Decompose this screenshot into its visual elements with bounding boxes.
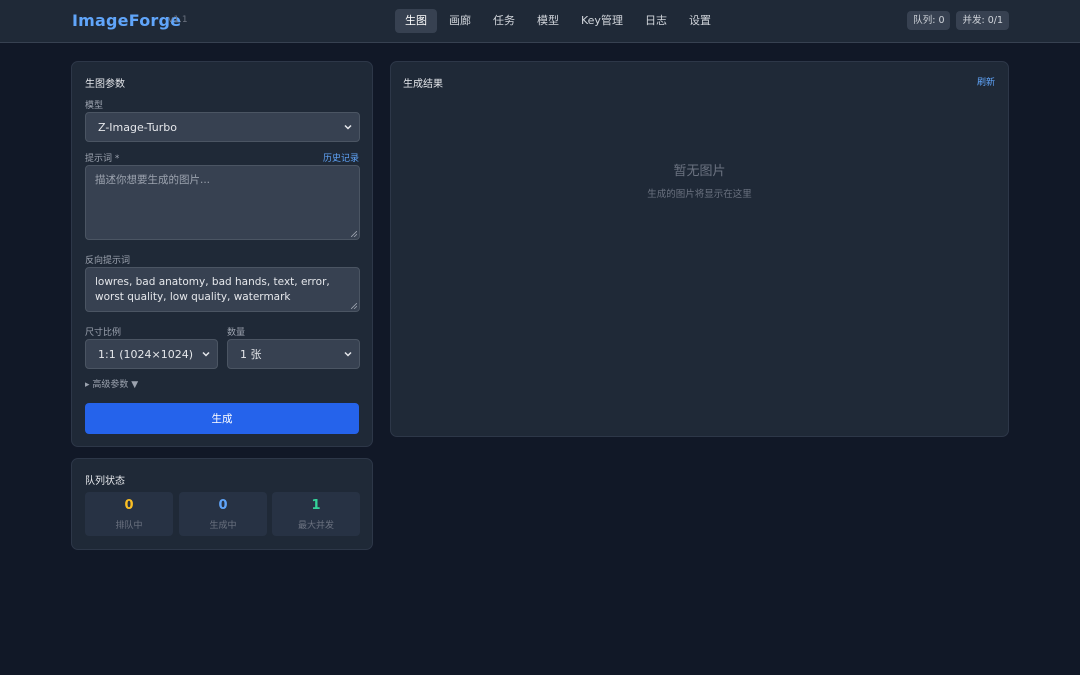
generation-params-panel: 生图参数 模型 Z-Image-Turbo 提示词 * 历史记录 描述你想要生成…	[71, 61, 373, 447]
stat-queued: 0 排队中	[85, 492, 173, 536]
chevron-down-icon	[202, 351, 210, 357]
results-panel: 生成结果 刷新 暂无图片 生成的图片将显示在这里	[390, 61, 1009, 437]
ratio-label: 尺寸比例	[85, 328, 122, 338]
resize-handle-icon[interactable]	[351, 231, 357, 237]
nav-tab-models[interactable]: 模型	[527, 9, 569, 33]
prompt-input[interactable]: 描述你想要生成的图片...	[85, 165, 360, 240]
count-label: 数量	[227, 328, 246, 338]
stat-generating-label: 生成中	[209, 521, 237, 531]
count-select[interactable]: 1 张	[227, 339, 360, 369]
stat-queued-label: 排队中	[115, 521, 143, 531]
generate-button[interactable]: 生成	[85, 403, 359, 434]
main-nav: 生图 画廊 任务 模型 Key管理 日志 设置	[395, 9, 721, 33]
params-panel-title: 生图参数	[85, 79, 125, 90]
history-link[interactable]: 历史记录	[323, 151, 359, 164]
chevron-down-icon	[344, 124, 352, 130]
ratio-select-value: 1:1 (1024×1024)	[98, 347, 193, 361]
count-select-value: 1 张	[240, 348, 262, 361]
model-label: 模型	[85, 101, 104, 111]
concurrency-badge: 并发: 0/1	[956, 11, 1009, 30]
queue-status-panel: 队列状态 0 排队中 0 生成中 1 最大并发	[71, 458, 373, 550]
ratio-select[interactable]: 1:1 (1024×1024)	[85, 339, 218, 369]
nav-tab-gallery[interactable]: 画廊	[439, 9, 481, 33]
nav-tab-logs[interactable]: 日志	[635, 9, 677, 33]
nav-tab-tasks[interactable]: 任务	[483, 9, 525, 33]
app-version: v1.1	[168, 15, 188, 25]
negative-prompt-input[interactable]: lowres, bad anatomy, bad hands, text, er…	[85, 267, 360, 312]
nav-tab-settings[interactable]: 设置	[679, 9, 721, 33]
app-logo[interactable]: ImageForge	[72, 11, 181, 30]
refresh-link[interactable]: 刷新	[977, 75, 995, 88]
prompt-label: 提示词 *	[85, 154, 120, 164]
negative-prompt-value: lowres, bad anatomy, bad hands, text, er…	[95, 276, 330, 303]
empty-state-subtitle: 生成的图片将显示在这里	[647, 189, 752, 200]
results-panel-title: 生成结果	[403, 79, 443, 90]
advanced-params-toggle[interactable]: ▸ 高级参数 ▼	[85, 377, 138, 390]
resize-handle-icon[interactable]	[351, 303, 357, 309]
queue-count-badge: 队列: 0	[907, 11, 951, 30]
nav-tab-keys[interactable]: Key管理	[571, 9, 633, 33]
stat-max-concurrency-label: 最大并发	[297, 521, 334, 531]
top-header: ImageForge v1.1 生图 画廊 任务 模型 Key管理 日志 设置 …	[0, 0, 1080, 43]
nav-tab-generate[interactable]: 生图	[395, 9, 437, 33]
stat-generating-value: 0	[218, 498, 228, 513]
model-select[interactable]: Z-Image-Turbo	[85, 112, 360, 142]
chevron-down-icon	[344, 351, 352, 357]
status-badges: 队列: 0 并发: 0/1	[907, 11, 1009, 30]
model-select-value: Z-Image-Turbo	[98, 120, 177, 134]
empty-state-title: 暂无图片	[673, 164, 726, 179]
prompt-placeholder: 描述你想要生成的图片...	[95, 174, 211, 186]
stat-generating: 0 生成中	[179, 492, 267, 536]
stat-max-concurrency: 1 最大并发	[272, 492, 360, 536]
negative-prompt-label: 反向提示词	[85, 256, 131, 266]
stat-max-concurrency-value: 1	[311, 498, 321, 513]
stat-queued-value: 0	[124, 498, 134, 513]
queue-panel-title: 队列状态	[85, 476, 125, 487]
